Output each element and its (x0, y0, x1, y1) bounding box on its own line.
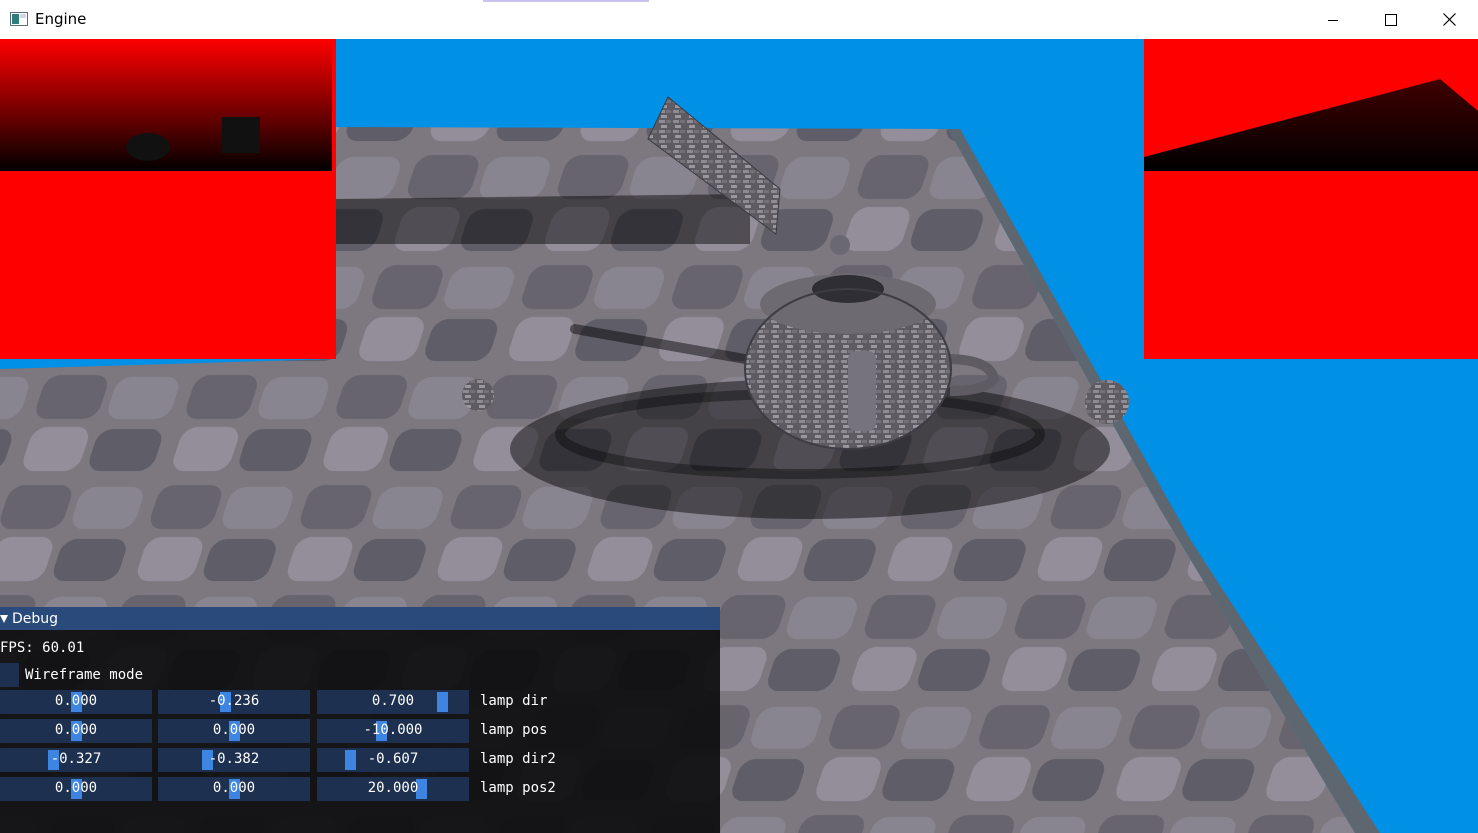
fps-readout: FPS: 60.01 (0, 640, 85, 656)
field-value: 0.000 (212, 780, 256, 796)
app-icon (10, 12, 28, 26)
field-value: 0.000 (54, 780, 98, 796)
minimize-icon (1328, 19, 1338, 21)
vector-row-lamp-pos: 0.000 0.000 -10.000 lamp pos (0, 719, 720, 743)
close-button[interactable] (1420, 0, 1478, 39)
title-bar-accent (483, 0, 649, 2)
field-value: -10.000 (363, 722, 423, 738)
debug-window-title: Debug (12, 610, 59, 627)
field-value: -0.382 (208, 751, 260, 767)
wireframe-checkbox[interactable] (0, 663, 19, 687)
field-value: 0.700 (371, 693, 415, 709)
debug-window-header[interactable]: Debug (0, 607, 720, 630)
drag-float-field[interactable]: -0.607 (317, 748, 469, 772)
vector-row-lamp-pos2: 0.000 0.000 20.000 lamp pos2 (0, 777, 720, 801)
field-value: -0.327 (50, 751, 102, 767)
vector-row-lamp-dir2: -0.327 -0.382 -0.607 lamp dir2 (0, 748, 720, 772)
drag-float-field[interactable]: -0.327 (0, 748, 152, 772)
vector-row-label: lamp pos (480, 722, 548, 738)
field-value: -0.236 (208, 693, 260, 709)
drag-float-field[interactable]: 0.000 (0, 690, 152, 714)
maximize-button[interactable] (1362, 0, 1420, 39)
drag-float-field[interactable]: 0.000 (158, 777, 310, 801)
drag-float-field[interactable]: 20.000 (317, 777, 469, 801)
right-lamp-sphere (1085, 380, 1129, 424)
window-title-bar: Engine (0, 0, 1478, 40)
field-value: 0.000 (54, 693, 98, 709)
drag-float-field[interactable]: 0.000 (158, 719, 310, 743)
right-shadow-map (1144, 39, 1478, 359)
field-value: 0.000 (54, 722, 98, 738)
slab-shadow (336, 194, 750, 244)
drag-float-field[interactable]: 0.700 (317, 690, 469, 714)
vector-row-label: lamp dir2 (480, 751, 556, 767)
window-title: Engine (35, 10, 87, 28)
drag-float-field[interactable]: 0.000 (0, 719, 152, 743)
vector-row-label: lamp dir (480, 693, 548, 709)
minimize-button[interactable] (1304, 0, 1362, 39)
vector-row-lamp-dir: 0.000 -0.236 0.700 lamp dir (0, 690, 720, 714)
wireframe-toggle-row[interactable]: Wireframe mode (0, 662, 143, 688)
render-viewport[interactable]: Debug FPS: 60.01 Wireframe mode 0.000 -0.… (0, 39, 1478, 833)
drag-float-field[interactable]: 0.000 (0, 777, 152, 801)
close-icon (1442, 13, 1456, 26)
drag-float-field[interactable]: -0.382 (158, 748, 310, 772)
field-value: 20.000 (367, 780, 419, 796)
left-lamp-sphere (462, 379, 494, 411)
debug-window[interactable]: Debug FPS: 60.01 Wireframe mode 0.000 -0.… (0, 607, 720, 833)
maximize-icon (1385, 13, 1397, 26)
collapse-triangle-icon[interactable] (0, 613, 12, 625)
field-value: -0.607 (367, 751, 419, 767)
drag-float-field[interactable]: -10.000 (317, 719, 469, 743)
drag-float-field[interactable]: -0.236 (158, 690, 310, 714)
vector-row-label: lamp pos2 (480, 780, 556, 796)
field-value: 0.000 (212, 722, 256, 738)
wireframe-label: Wireframe mode (25, 667, 144, 683)
left-shadow-map (0, 39, 336, 359)
